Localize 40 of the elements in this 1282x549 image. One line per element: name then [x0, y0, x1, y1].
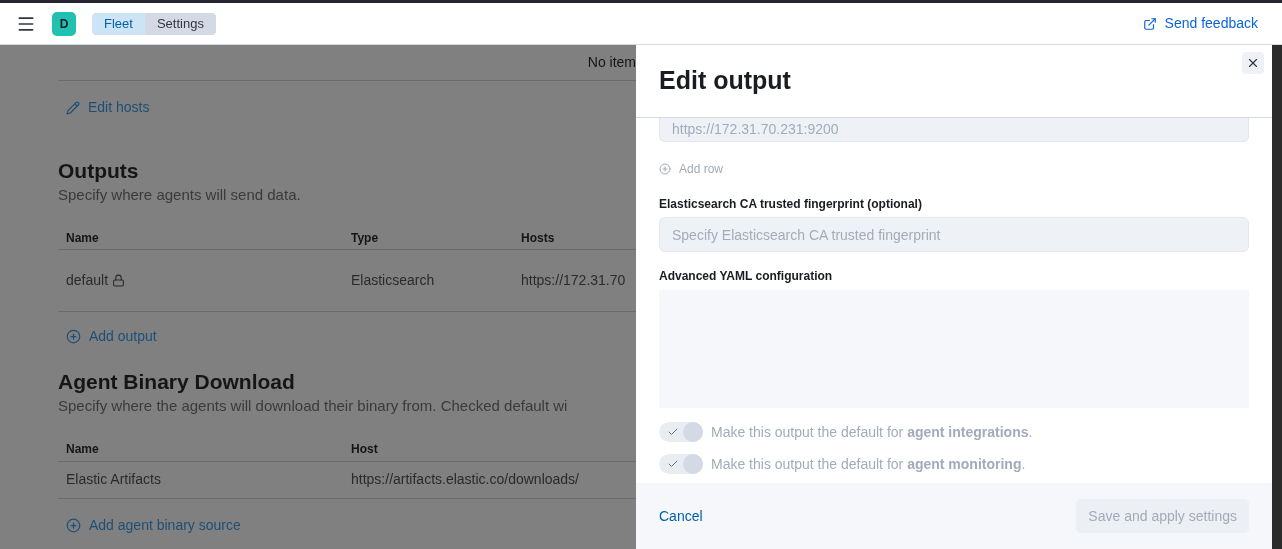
column-header: Host	[350, 441, 378, 458]
column-header: Type	[350, 229, 380, 247]
section-title: Outputs	[58, 157, 140, 184]
table-cell-text: https://artifacts.elastic.co/downloads/	[350, 470, 579, 489]
host-input[interactable]: https://172.31.70.231:9200	[659, 118, 1249, 142]
close-icon	[1246, 56, 1260, 70]
add-output-link[interactable]: Add output	[66, 326, 157, 347]
plus-circle-icon	[659, 163, 671, 175]
empty-table-message: No item	[587, 53, 636, 72]
section-description: Specify where agents will send data.	[58, 184, 302, 205]
fingerprint-input[interactable]: Specify Elasticsearch CA trusted fingerprint	[659, 217, 1249, 252]
plus-circle-icon	[66, 517, 81, 533]
table-cell-text: Elastic Artifacts	[65, 470, 162, 489]
section-title: Agent Binary Download	[58, 369, 296, 395]
column-header: Name	[65, 229, 100, 247]
plus-circle-icon	[66, 329, 81, 344]
flyout-title: Edit output	[659, 65, 791, 97]
pencil-icon	[66, 100, 80, 115]
edit-hosts-link[interactable]: Edit hosts	[66, 97, 150, 118]
toggle-label: Make this output the default for agent integrations.	[711, 422, 1033, 442]
scrollbar[interactable]	[1272, 45, 1282, 549]
space-avatar[interactable]: D	[52, 11, 76, 36]
check-icon	[667, 458, 679, 470]
table-cell-text: default	[66, 271, 109, 290]
field-label: Advanced YAML configuration	[659, 268, 834, 285]
cancel-button[interactable]: Cancel	[659, 505, 703, 527]
breadcrumb[interactable]: Settings	[144, 12, 216, 35]
check-icon	[667, 426, 679, 438]
table-cell-text: Elasticsearch	[350, 271, 436, 290]
column-header: Name	[65, 441, 100, 458]
breadcrumb[interactable]: Fleet	[92, 12, 145, 35]
section-description: Specify where the agents will download their binary from. Checked default wi	[58, 396, 569, 416]
toggle-label: Make this output the default for agent monitoring.	[711, 454, 1026, 474]
table-cell-text: https://172.31.70	[520, 271, 626, 290]
close-button[interactable]	[1242, 52, 1264, 74]
field-label: Elasticsearch CA trusted fingerprint (optional)	[659, 196, 923, 213]
column-header: Hosts	[520, 229, 555, 247]
add-binary-source-link[interactable]: Add agent binary source	[66, 514, 241, 536]
send-feedback-link[interactable]: Send feedback	[1142, 13, 1258, 34]
external-link-icon	[1142, 16, 1157, 31]
